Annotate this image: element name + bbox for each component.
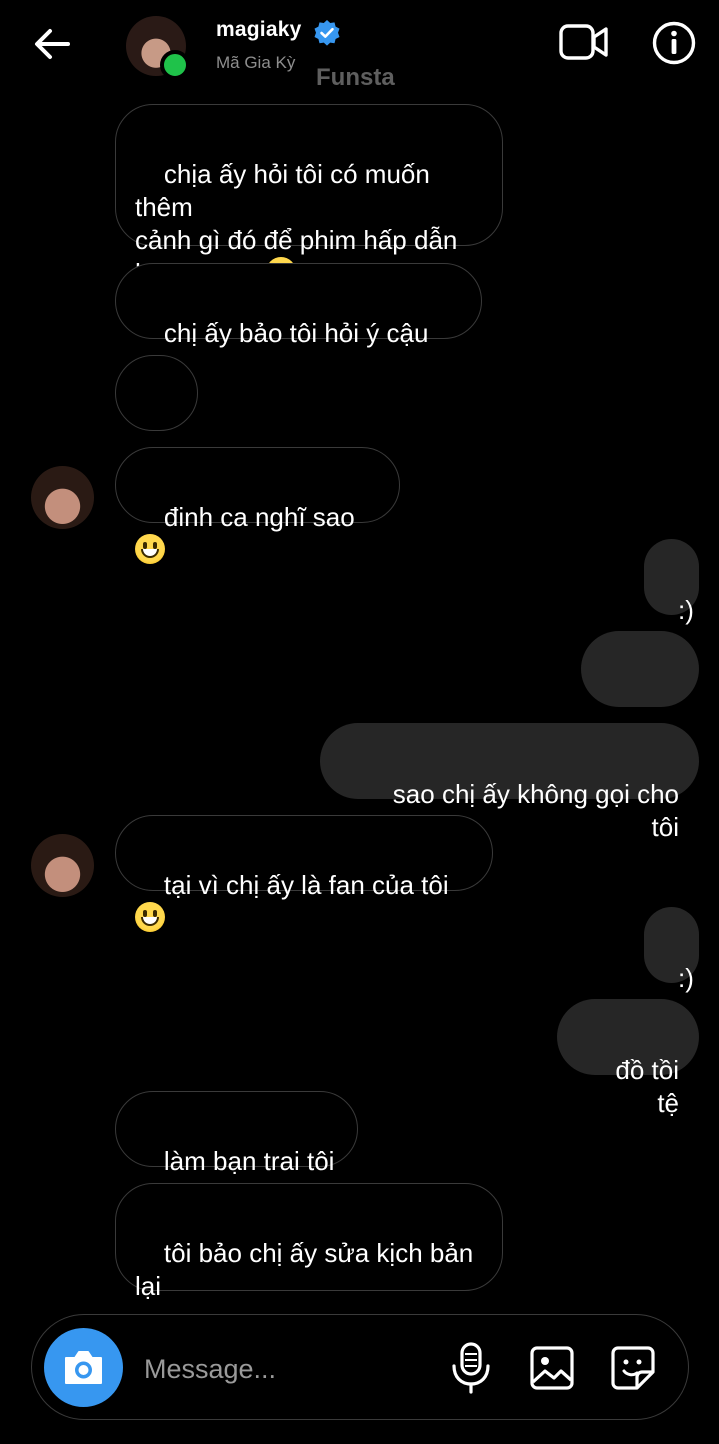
watermark-text: Funsta (316, 64, 395, 91)
message-bubble-incoming[interactable]: tại vì chị ấy là fan của tôi (115, 815, 493, 932)
message-bubble-outgoing[interactable]: :) (644, 539, 699, 625)
message-bubble-incoming[interactable]: chịa ấy hỏi tôi có muốn thêm cảnh gì đó … (115, 104, 503, 288)
chat-header: magiaky Mã Gia Kỳ Funsta (0, 0, 719, 100)
camera-icon (65, 1351, 102, 1384)
message-text: tại vì chị ấy là fan của tôi (163, 870, 456, 900)
message-text: đinh ca nghĩ sao (163, 502, 362, 532)
sticker-icon[interactable] (608, 1340, 658, 1396)
message-text: đồ tồi tệ (615, 1055, 687, 1118)
grinning-face-emoji (135, 902, 165, 932)
camera-button[interactable] (44, 1328, 123, 1407)
message-bubble-incoming[interactable]: làm bạn trai tôi đi (115, 1091, 358, 1209)
message-text: :) (678, 595, 694, 625)
info-icon[interactable] (651, 20, 697, 66)
message-text: tôi bảo chị ấy sửa kịch bản lại (135, 1238, 474, 1301)
message-bubble-incoming[interactable]: tôi bảo chị ấy sửa kịch bản lại (115, 1183, 503, 1301)
gallery-icon[interactable] (527, 1340, 577, 1396)
sender-avatar[interactable] (31, 466, 94, 529)
message-bubble-incoming[interactable]: chị ấy bảo tôi hỏi ý cậu nữa (115, 263, 482, 381)
back-arrow-icon[interactable] (30, 22, 74, 66)
online-status-indicator (160, 50, 190, 80)
message-bubble-outgoing[interactable]: đồ tồi tệ (557, 999, 699, 1118)
message-bubble-outgoing[interactable]: :)))))))) (581, 631, 699, 750)
video-call-icon[interactable] (558, 22, 610, 62)
verified-badge-icon (313, 19, 341, 47)
message-bubble-incoming[interactable]: sao (115, 355, 198, 473)
contact-display-name: Mã Gia Kỳ (216, 53, 296, 72)
microphone-icon[interactable] (446, 1340, 496, 1396)
message-text: :) (678, 963, 694, 993)
grinning-face-emoji (135, 534, 165, 564)
message-bubble-outgoing[interactable]: sao chị ấy không gọi cho tôi (320, 723, 699, 842)
message-bubble-outgoing[interactable]: :) (644, 907, 699, 993)
sender-avatar[interactable] (31, 834, 94, 897)
message-input[interactable] (142, 1343, 436, 1395)
contact-username[interactable]: magiaky (216, 18, 301, 42)
message-bubble-incoming[interactable]: đinh ca nghĩ sao (115, 447, 400, 564)
